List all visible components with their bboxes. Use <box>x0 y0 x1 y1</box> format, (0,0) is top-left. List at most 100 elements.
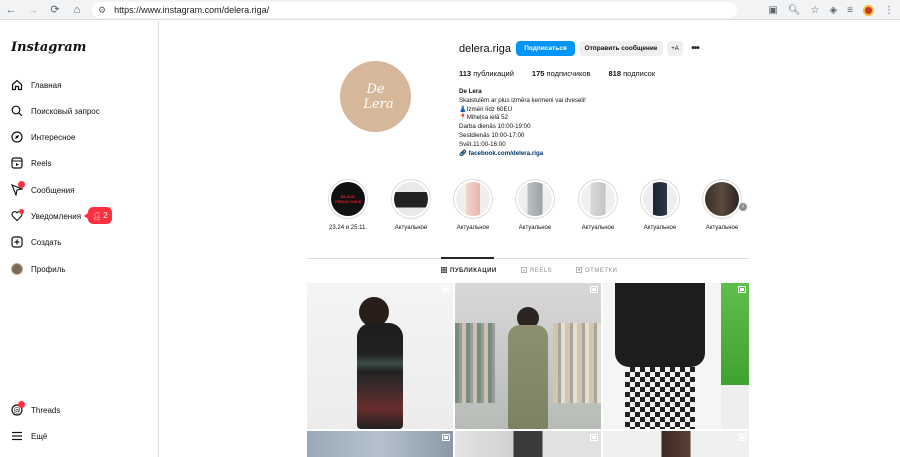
sidebar-item-label: Ещё <box>31 431 48 441</box>
highlight-label: Актуальное <box>705 225 739 231</box>
highlight-item[interactable]: Актуальное <box>505 179 565 231</box>
messenger-icon <box>10 180 25 197</box>
zoom-icon[interactable]: 🔍︎ <box>788 5 801 16</box>
more-options-icon[interactable]: ••• <box>688 41 702 56</box>
install-app-icon[interactable]: ▣ <box>768 5 777 16</box>
suggest-accounts-button[interactable]: +A <box>667 41 683 56</box>
search-icon <box>10 105 23 118</box>
highlight-item[interactable]: BLACK FRIDAY SALE 23,24 и 25.11. <box>318 179 378 231</box>
threads-badge <box>18 400 25 408</box>
bio-line: Darba dienās 10:00-19:00 <box>459 123 531 131</box>
plus-square-icon <box>10 236 23 249</box>
highlight-cover <box>456 182 490 216</box>
highlight-item[interactable]: Актуальное <box>568 179 628 231</box>
address-bar[interactable]: ⚙ https://www.instagram.com/delera.riga/ <box>92 2 737 18</box>
highlight-cover-text: BLACK FRIDAY SALE <box>334 194 362 204</box>
browser-profile-icon[interactable] <box>863 4 874 16</box>
post-thumbnail[interactable] <box>307 283 453 429</box>
avatar-logo-text: Lera <box>363 96 394 112</box>
pinned-post-icon <box>738 434 746 441</box>
sidebar-item-profile[interactable]: Профиль <box>10 261 66 277</box>
tab-label: ОТМЕТКИ <box>585 268 618 274</box>
post-thumbnail[interactable] <box>307 431 453 457</box>
highlight-cover <box>705 182 739 216</box>
post-thumbnail[interactable] <box>603 431 749 457</box>
extensions-icon[interactable]: ◈ <box>829 5 837 16</box>
bio-line: 📍Miheļsa ielā 52 <box>459 114 508 122</box>
sidebar-item-search[interactable]: Поисковый запрос <box>10 103 100 119</box>
browser-menu-icon[interactable]: ⋮ <box>884 5 894 16</box>
followers-count[interactable]: 175 подписчиков <box>532 69 591 78</box>
profile-avatar[interactable]: De Lera <box>340 61 411 132</box>
browser-toolbar: ← → ⟳ ⌂ ⚙ https://www.instagram.com/dele… <box>0 0 900 20</box>
highlight-label: 23,24 и 25.11. <box>329 225 367 231</box>
sidebar-item-label: Создать <box>31 237 62 247</box>
grid-icon <box>440 266 448 275</box>
highlight-item[interactable]: Актуальное <box>630 179 690 231</box>
sidebar-item-home[interactable]: Главная <box>10 77 61 93</box>
back-arrow-icon[interactable]: ← <box>0 0 22 20</box>
sidebar-item-create[interactable]: Создать <box>10 234 61 250</box>
instagram-logo[interactable]: Instagram <box>11 40 86 55</box>
reels-icon <box>10 157 23 170</box>
chevron-right-icon[interactable]: › <box>739 203 747 211</box>
post-thumbnail[interactable] <box>455 431 601 457</box>
compass-icon <box>10 131 23 144</box>
posts-count[interactable]: 113 публикаций <box>459 69 514 78</box>
sidebar-item-messages[interactable]: Сообщения <box>10 180 75 198</box>
threads-icon: @ <box>10 400 25 417</box>
highlight-label: Актуальное <box>581 225 615 231</box>
sidebar-item-more[interactable]: Ещё <box>10 428 47 444</box>
post-thumbnail[interactable] <box>455 283 601 429</box>
post-image <box>615 283 705 367</box>
highlight-label: Актуальное <box>394 225 428 231</box>
sidebar-item-label: Интересное <box>31 132 76 142</box>
following-count[interactable]: 818 подписок <box>609 69 656 78</box>
profile-username: delera.riga <box>459 43 511 55</box>
sidebar-item-explore[interactable]: Интересное <box>10 129 75 145</box>
bio-link[interactable]: 🔗︎ facebook.com/delera.riga <box>459 150 586 159</box>
sidebar-item-threads[interactable]: @ Threads <box>10 400 60 418</box>
tab-reels[interactable]: REELS <box>520 266 552 275</box>
highlight-item[interactable]: Актуальное <box>381 179 441 231</box>
link-icon: 🔗︎ <box>459 149 467 157</box>
highlight-label: Актуальное <box>456 225 490 231</box>
sidebar-item-label: Главная <box>31 80 62 90</box>
highlight-cover <box>643 182 677 216</box>
highlight-item[interactable]: Актуальное <box>443 179 503 231</box>
forward-arrow-icon[interactable]: → <box>22 0 44 20</box>
post-thumbnail[interactable] <box>603 283 749 429</box>
pinned-post-icon <box>590 434 598 441</box>
tab-posts[interactable]: ПУБЛИКАЦИИ <box>440 266 497 275</box>
sidebar-item-label: Сообщения <box>31 185 75 195</box>
home-icon <box>10 79 23 92</box>
highlight-cover <box>581 182 615 216</box>
reading-list-icon[interactable]: ≡ <box>847 5 853 16</box>
reels-icon <box>520 266 528 275</box>
sidebar-item-label: Уведомления <box>31 211 82 221</box>
bio-line: Svēt.11:00-16:00 <box>459 140 506 148</box>
post-image <box>357 323 403 429</box>
url-text: https://www.instagram.com/delera.riga/ <box>114 5 270 15</box>
profile-avatar-icon <box>10 263 23 276</box>
tab-tagged[interactable]: ОТМЕТКИ <box>575 266 618 275</box>
follow-button[interactable]: Подписаться <box>516 41 575 56</box>
bookmark-star-icon[interactable]: ☆ <box>810 5 819 16</box>
pinned-post-icon <box>442 434 450 441</box>
highlight-cover <box>518 182 552 216</box>
reload-icon[interactable]: ⟳ <box>44 0 66 20</box>
send-message-button[interactable]: Отправить сообщение <box>579 41 663 56</box>
tab-label: ПУБЛИКАЦИИ <box>450 268 497 274</box>
pinned-post-icon <box>590 286 598 293</box>
sidebar-item-reels[interactable]: Reels <box>10 155 51 171</box>
highlight-cover <box>394 182 428 216</box>
svg-text:@: @ <box>13 407 20 415</box>
sidebar-item-notifications[interactable]: Уведомления <box>10 208 81 224</box>
bio-name: De Lera <box>459 88 482 95</box>
profile-bio: De Lera Skaistulēm ar plus izmēra ķermen… <box>459 88 586 158</box>
site-settings-icon[interactable]: ⚙ <box>98 5 106 16</box>
home-button-icon[interactable]: ⌂ <box>66 0 88 20</box>
profile-stats: 113 публикаций 175 подписчиков 818 подпи… <box>459 69 655 78</box>
notification-dot <box>19 208 24 214</box>
bio-line: Sestdienās 10:00-17:00 <box>459 131 525 139</box>
